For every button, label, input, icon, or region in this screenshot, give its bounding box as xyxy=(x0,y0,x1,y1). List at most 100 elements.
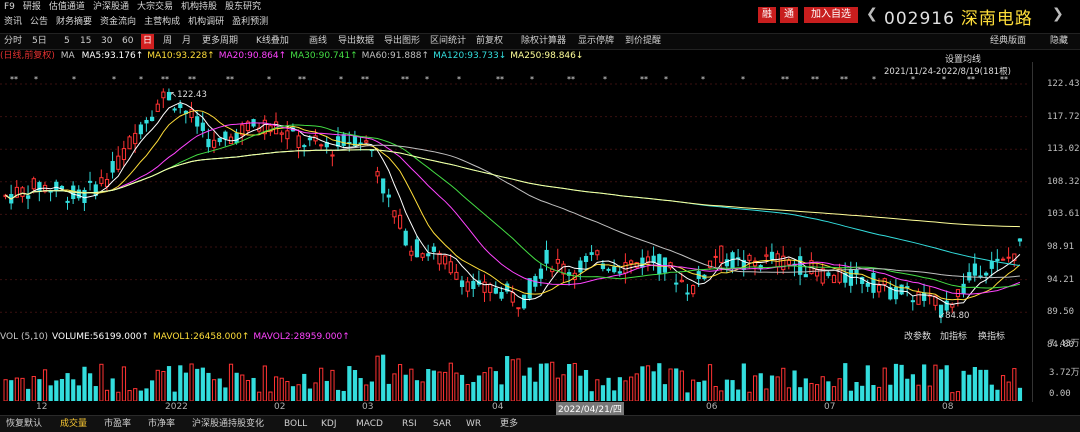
volume-bar xyxy=(93,386,98,402)
tb-forward-adjust[interactable]: 前复权 xyxy=(476,34,503,49)
candle-body xyxy=(527,278,532,299)
tb-daily[interactable]: 日 xyxy=(141,34,155,49)
add-watchlist-button[interactable]: 加入自选 xyxy=(804,7,858,23)
tb-exright-calc[interactable]: 除权计算器 xyxy=(521,34,566,49)
volume-add-indicator-button[interactable]: 加指标 xyxy=(940,331,967,343)
volume-bar xyxy=(409,368,414,402)
tb-5min[interactable]: 5 xyxy=(64,34,70,49)
volume-switch-indicator-button[interactable]: 换指标 xyxy=(978,331,1005,343)
volume-bar xyxy=(290,386,296,402)
tab-pb[interactable]: 市净率 xyxy=(148,416,175,432)
volume-bar xyxy=(747,391,752,402)
nav-connect[interactable]: 沪深股通 xyxy=(89,0,133,14)
tab-boll[interactable]: BOLL xyxy=(284,416,307,432)
event-marker: * xyxy=(664,75,668,84)
volume-bar xyxy=(104,389,110,402)
tb-classic-layout[interactable]: 经典版面 xyxy=(990,34,1026,49)
tb-export-data[interactable]: 导出数据 xyxy=(338,34,374,49)
candle-body xyxy=(431,246,436,252)
tb-hide[interactable]: 隐藏 xyxy=(1050,34,1068,49)
tab-sar[interactable]: SAR xyxy=(433,416,451,432)
volume-bar xyxy=(724,379,730,402)
tb-60min[interactable]: 60 xyxy=(122,34,133,49)
volume-bar xyxy=(826,381,831,402)
volume-bar xyxy=(567,364,572,402)
tab-connect-holding[interactable]: 沪深股通持股变化 xyxy=(192,416,264,432)
tab-wr[interactable]: WR xyxy=(466,416,481,432)
volume-bar xyxy=(82,366,87,402)
volume-bar xyxy=(268,391,273,402)
tb-15min[interactable]: 15 xyxy=(80,34,91,49)
connect-badge[interactable]: 通 xyxy=(780,7,798,23)
tb-weekly[interactable]: 周 xyxy=(163,34,172,49)
volume-bar xyxy=(860,385,865,402)
candle-body xyxy=(961,283,966,294)
next-stock-icon[interactable]: ❯ xyxy=(1052,6,1064,22)
nav-news[interactable]: 资讯 xyxy=(0,15,26,29)
tb-export-chart[interactable]: 导出图形 xyxy=(384,34,420,49)
nav-research[interactable]: 研报 xyxy=(19,0,45,14)
tab-rsi[interactable]: RSI xyxy=(402,416,417,432)
nav-announce[interactable]: 公告 xyxy=(26,15,52,29)
stock-code: 002916 xyxy=(884,9,955,29)
tb-5day[interactable]: 5日 xyxy=(32,34,47,49)
volume-chart[interactable] xyxy=(0,344,1030,402)
tab-pe[interactable]: 市盈率 xyxy=(104,416,131,432)
candle-body xyxy=(826,272,831,277)
nav-forecast[interactable]: 盈利预测 xyxy=(228,15,272,29)
candle-body xyxy=(364,140,369,143)
kline-chart[interactable]: ↖122.43 ↙84.80 ** * * * * ** ** ** * ** * ** ** * * ** * **… xyxy=(0,62,1030,346)
candle-body xyxy=(786,259,792,265)
tb-kline-overlay[interactable]: K线叠加 xyxy=(256,34,289,49)
candle-body xyxy=(330,154,335,157)
tb-30min[interactable]: 30 xyxy=(101,34,112,49)
event-marker: * xyxy=(530,75,534,84)
volume-bar xyxy=(719,390,724,402)
volume-param-button[interactable]: 改参数 xyxy=(904,331,931,343)
candle-body xyxy=(99,177,104,184)
nav-finance[interactable]: 财务摘要 xyxy=(52,15,96,29)
nav-shareholder[interactable]: 股东研究 xyxy=(221,0,265,14)
candle-body xyxy=(200,122,205,131)
event-marker: ** xyxy=(188,75,196,84)
volume-bar xyxy=(335,389,341,402)
volume-bar xyxy=(178,365,183,402)
volume-bar xyxy=(493,371,498,402)
candle-body xyxy=(54,181,59,191)
tab-macd[interactable]: MACD xyxy=(356,416,383,432)
tab-more[interactable]: 更多 xyxy=(500,416,518,432)
tb-range-stats[interactable]: 区间统计 xyxy=(430,34,466,49)
prev-stock-icon[interactable]: ❮ xyxy=(866,6,878,22)
nav-fundflow[interactable]: 资金流向 xyxy=(96,15,140,29)
volume-bar xyxy=(48,385,53,402)
nav-inst-holding[interactable]: 机构持股 xyxy=(177,0,221,14)
tb-more-period[interactable]: 更多周期 xyxy=(202,34,238,49)
margin-badge[interactable]: 融 xyxy=(758,7,776,23)
volume-bar xyxy=(583,369,589,402)
volume-bar xyxy=(364,384,369,402)
ma-value-1: MA10:93.228↑ xyxy=(147,51,215,61)
volume-bar xyxy=(324,380,329,402)
nav-survey[interactable]: 机构调研 xyxy=(184,15,228,29)
tb-show-suspend[interactable]: 显示停牌 xyxy=(578,34,614,49)
tb-price-alert[interactable]: 到价提醒 xyxy=(625,34,661,49)
xlabel-aug: 08 xyxy=(942,402,954,412)
tb-draw-line[interactable]: 画线 xyxy=(309,34,327,49)
event-marker: * xyxy=(701,75,705,84)
volume-bar xyxy=(14,377,19,402)
nav-block-trade[interactable]: 大宗交易 xyxy=(133,0,177,14)
volume-bar xyxy=(645,365,651,402)
volume-bar xyxy=(330,369,335,402)
tb-monthly[interactable]: 月 xyxy=(182,34,191,49)
volume-bar xyxy=(240,374,245,402)
tab-kdj[interactable]: KDJ xyxy=(321,416,337,432)
nav-f9[interactable]: F9 xyxy=(0,0,19,14)
nav-valuation[interactable]: 估值通道 xyxy=(45,0,89,14)
nav-business[interactable]: 主营构成 xyxy=(140,15,184,29)
tb-intraday[interactable]: 分时 xyxy=(4,34,22,49)
tab-volume[interactable]: 成交量 xyxy=(60,416,87,432)
ma30-line xyxy=(5,124,1021,289)
tab-reset[interactable]: 恢复默认 xyxy=(6,416,42,432)
candle-body xyxy=(448,261,453,274)
volume-bar xyxy=(510,359,515,402)
